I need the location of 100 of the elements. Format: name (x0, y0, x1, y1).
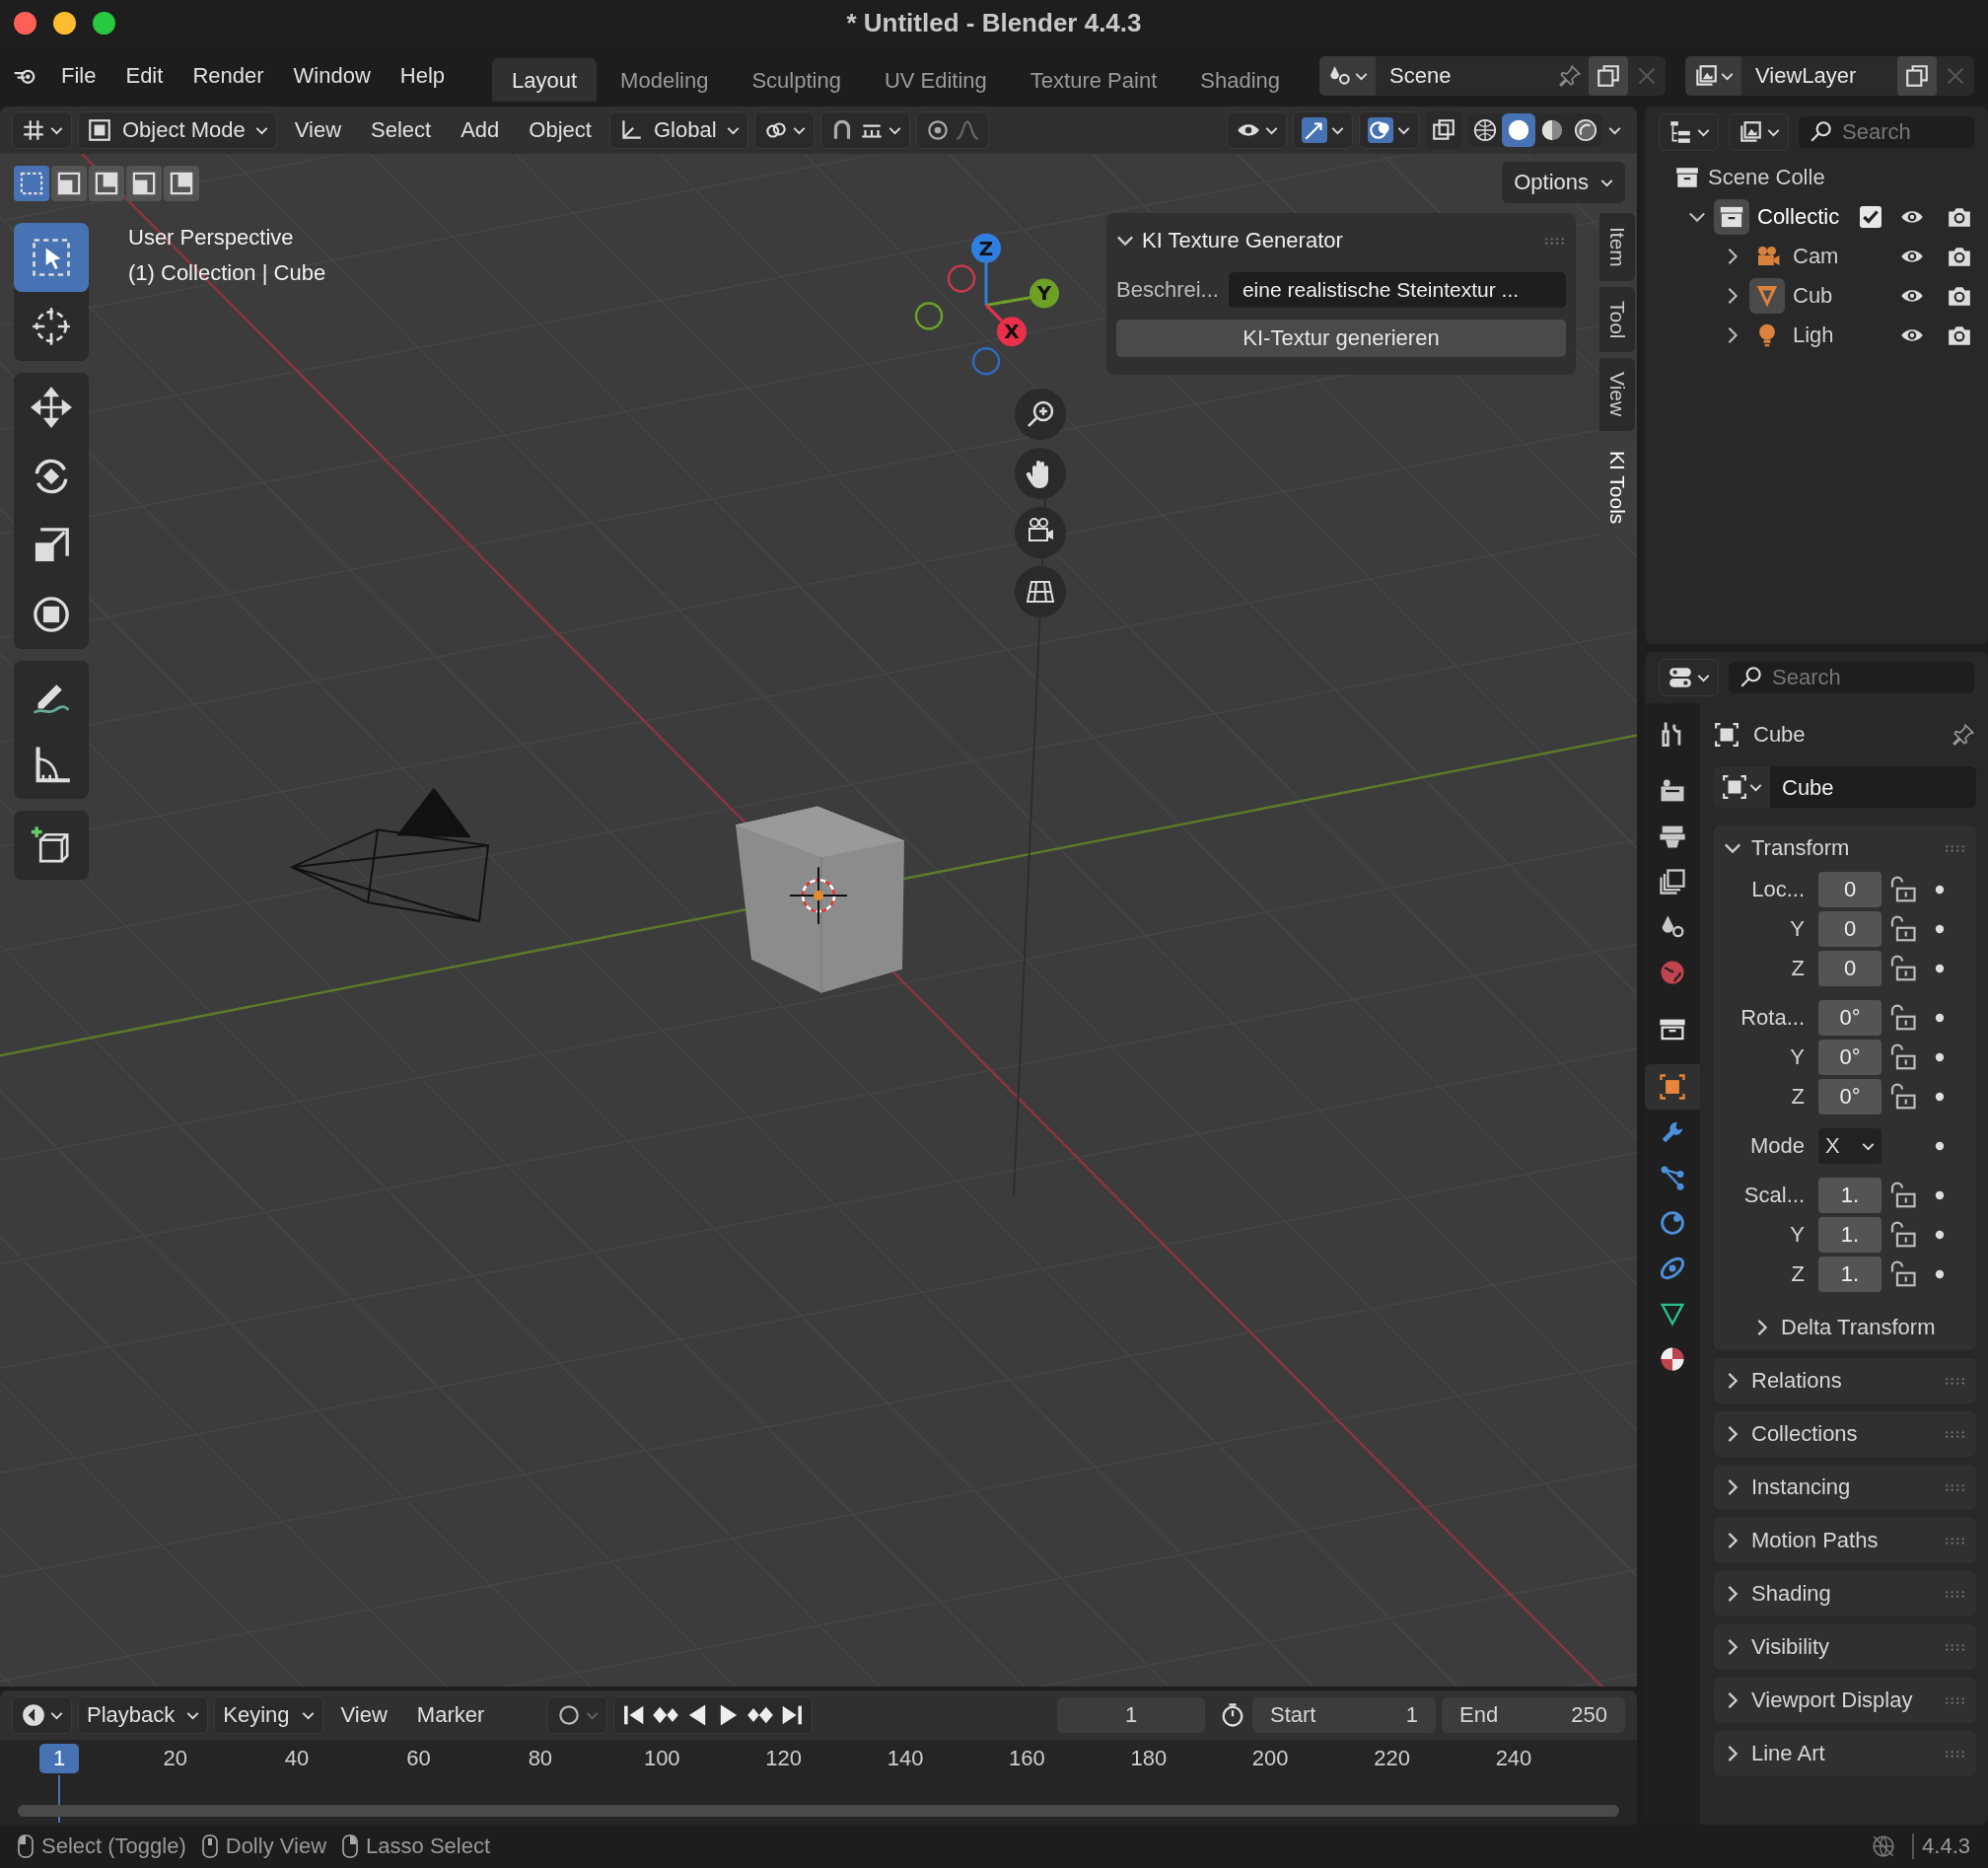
grid-view-icon[interactable] (1015, 566, 1066, 617)
panel-title[interactable]: Transform (1751, 835, 1935, 861)
hand-icon[interactable] (1015, 448, 1066, 499)
description-field[interactable]: eine realistische Steintextur ... (1228, 272, 1566, 308)
panel-title[interactable]: Viewport Display (1751, 1688, 1935, 1713)
checkbox[interactable] (1860, 206, 1882, 228)
panel-title[interactable]: Relations (1751, 1368, 1935, 1394)
number-field[interactable]: 1. (1818, 1217, 1882, 1253)
keyframe-dot-icon[interactable] (1933, 883, 1947, 897)
3d-cursor-icon[interactable] (789, 866, 848, 925)
menu-item[interactable]: File (49, 59, 108, 93)
panel-title[interactable]: KI Texture Generator (1142, 228, 1536, 253)
outliner-item[interactable]: Scene Colle (1708, 165, 1826, 190)
display-mode-button[interactable] (1729, 113, 1789, 151)
pin-icon[interactable] (1557, 63, 1583, 89)
overlays-button[interactable] (1359, 111, 1419, 149)
panel-title[interactable]: Instancing (1751, 1474, 1935, 1500)
menu-item[interactable]: Render (180, 59, 276, 93)
panel-title[interactable]: Visibility (1751, 1634, 1935, 1660)
number-field[interactable]: 0° (1818, 1000, 1882, 1036)
panel-title[interactable]: Motion Paths (1751, 1528, 1935, 1553)
orientation-dropdown[interactable]: Global (608, 111, 748, 149)
number-field[interactable]: 0° (1818, 1040, 1882, 1075)
close-button[interactable] (14, 12, 36, 35)
mode-dropdown[interactable]: Object Mode (78, 111, 277, 149)
viewport-menu-item[interactable]: Select (359, 113, 444, 147)
gizmo-axis-handle[interactable]: Y (1030, 278, 1059, 309)
keyframe-dot-icon[interactable] (1933, 962, 1947, 975)
search-field[interactable]: Search (1729, 662, 1974, 693)
datablock-browse-button[interactable] (1714, 766, 1770, 808)
timeline-dropdown[interactable]: Keying (214, 1696, 323, 1734)
drag-handle-icon[interactable] (1945, 1749, 1966, 1759)
visibility-button[interactable] (1227, 111, 1287, 149)
outliner-item[interactable]: Ligh (1793, 323, 1891, 348)
3d-viewport[interactable]: Z Y X Options User Perspective (1) Collection | Cube KI Texture Generator Beschrei... eine realistische Steintextur ... KI-Textur generieren Item Tool View KI Tools (0, 154, 1637, 1687)
scrollbar[interactable] (18, 1805, 1619, 1817)
snap-button[interactable] (819, 111, 910, 149)
workspace-tab[interactable]: Texture Paint (1010, 58, 1177, 102)
sidebar-tab[interactable]: View (1599, 358, 1635, 431)
proportional-edit-button[interactable] (915, 111, 989, 149)
search-field[interactable]: Search (1799, 116, 1974, 148)
keyframe-dot-icon[interactable] (1933, 1011, 1947, 1025)
square-icon[interactable] (1645, 1064, 1700, 1110)
mode-dropdown[interactable]: X (1818, 1128, 1882, 1164)
copy-icon[interactable] (1897, 56, 1937, 96)
selection-mode-icon[interactable] (126, 166, 162, 201)
menu-item[interactable]: Window (281, 59, 383, 93)
menu-item[interactable]: Help (388, 59, 458, 93)
workspace-tab[interactable]: Sculpting (732, 58, 861, 102)
number-field[interactable]: 1. (1818, 1178, 1882, 1213)
gizmo-axis-handle[interactable] (914, 302, 944, 330)
end-frame-field[interactable]: End 250 (1442, 1697, 1625, 1733)
mesh-icon[interactable] (1749, 278, 1785, 314)
drag-handle-icon[interactable] (1945, 1589, 1966, 1599)
viewport-menu-item[interactable]: View (282, 113, 354, 147)
workspace-tab[interactable]: Shading (1180, 58, 1300, 102)
gizmo-toggle-button[interactable] (1293, 111, 1353, 149)
viewport-menu-item[interactable]: Add (449, 113, 512, 147)
menu-item[interactable]: Edit (113, 59, 176, 93)
gizmo-axis-handle[interactable] (947, 264, 976, 293)
outliner-item[interactable]: Cam (1793, 244, 1891, 269)
selection-mode-icon[interactable] (14, 166, 49, 201)
zoom-button[interactable] (93, 12, 115, 35)
timeline-menu-item[interactable]: Marker (404, 1698, 497, 1732)
editor-type-button[interactable] (1659, 659, 1719, 696)
gizmo-axis-handle[interactable]: Z (971, 233, 1001, 263)
scene-type-button[interactable] (1319, 56, 1376, 96)
drag-handle-icon[interactable] (1945, 1376, 1966, 1386)
collection-icon[interactable] (1714, 199, 1749, 235)
playhead[interactable]: 1 (39, 1744, 79, 1773)
editor-type-button[interactable] (1659, 113, 1719, 151)
select-tool-icon[interactable] (14, 223, 89, 292)
number-field[interactable]: 1. (1818, 1257, 1882, 1292)
minimize-button[interactable] (53, 12, 76, 35)
camera-view-icon[interactable] (1015, 507, 1066, 558)
panel-title[interactable]: Collections (1751, 1421, 1935, 1447)
keyframe-dot-icon[interactable] (1933, 1050, 1947, 1064)
cube-drawing[interactable] (736, 806, 904, 994)
keyframe-dot-icon[interactable] (1933, 1090, 1947, 1104)
number-field[interactable]: 0° (1818, 1079, 1882, 1114)
editor-type-button[interactable] (12, 111, 72, 149)
number-field[interactable]: 0 (1818, 951, 1882, 986)
copy-icon[interactable] (1589, 56, 1628, 96)
timeline-menu-item[interactable]: View (328, 1698, 399, 1732)
drag-handle-icon[interactable] (1945, 843, 1966, 853)
view-layer-type-button[interactable] (1685, 56, 1741, 96)
drag-handle-icon[interactable] (1945, 1695, 1966, 1705)
xray-icon[interactable] (1425, 111, 1462, 149)
keyframe-dot-icon[interactable] (1933, 1267, 1947, 1281)
timeline-dropdown[interactable]: Playback (78, 1696, 209, 1734)
workspace-tab[interactable]: Layout (492, 58, 598, 102)
sidebar-tab[interactable]: Tool (1599, 286, 1635, 353)
zoom-icon[interactable] (1015, 389, 1066, 440)
keyframe-dot-icon[interactable] (1933, 1139, 1947, 1153)
pivot-button[interactable] (753, 111, 815, 149)
keyframe-dot-icon[interactable] (1933, 1228, 1947, 1242)
drag-handle-icon[interactable] (1945, 1429, 1966, 1439)
subpanel-title[interactable]: Delta Transform (1781, 1315, 1966, 1340)
panel-title[interactable]: Shading (1751, 1581, 1935, 1607)
keyframe-dot-icon[interactable] (1933, 1188, 1947, 1202)
